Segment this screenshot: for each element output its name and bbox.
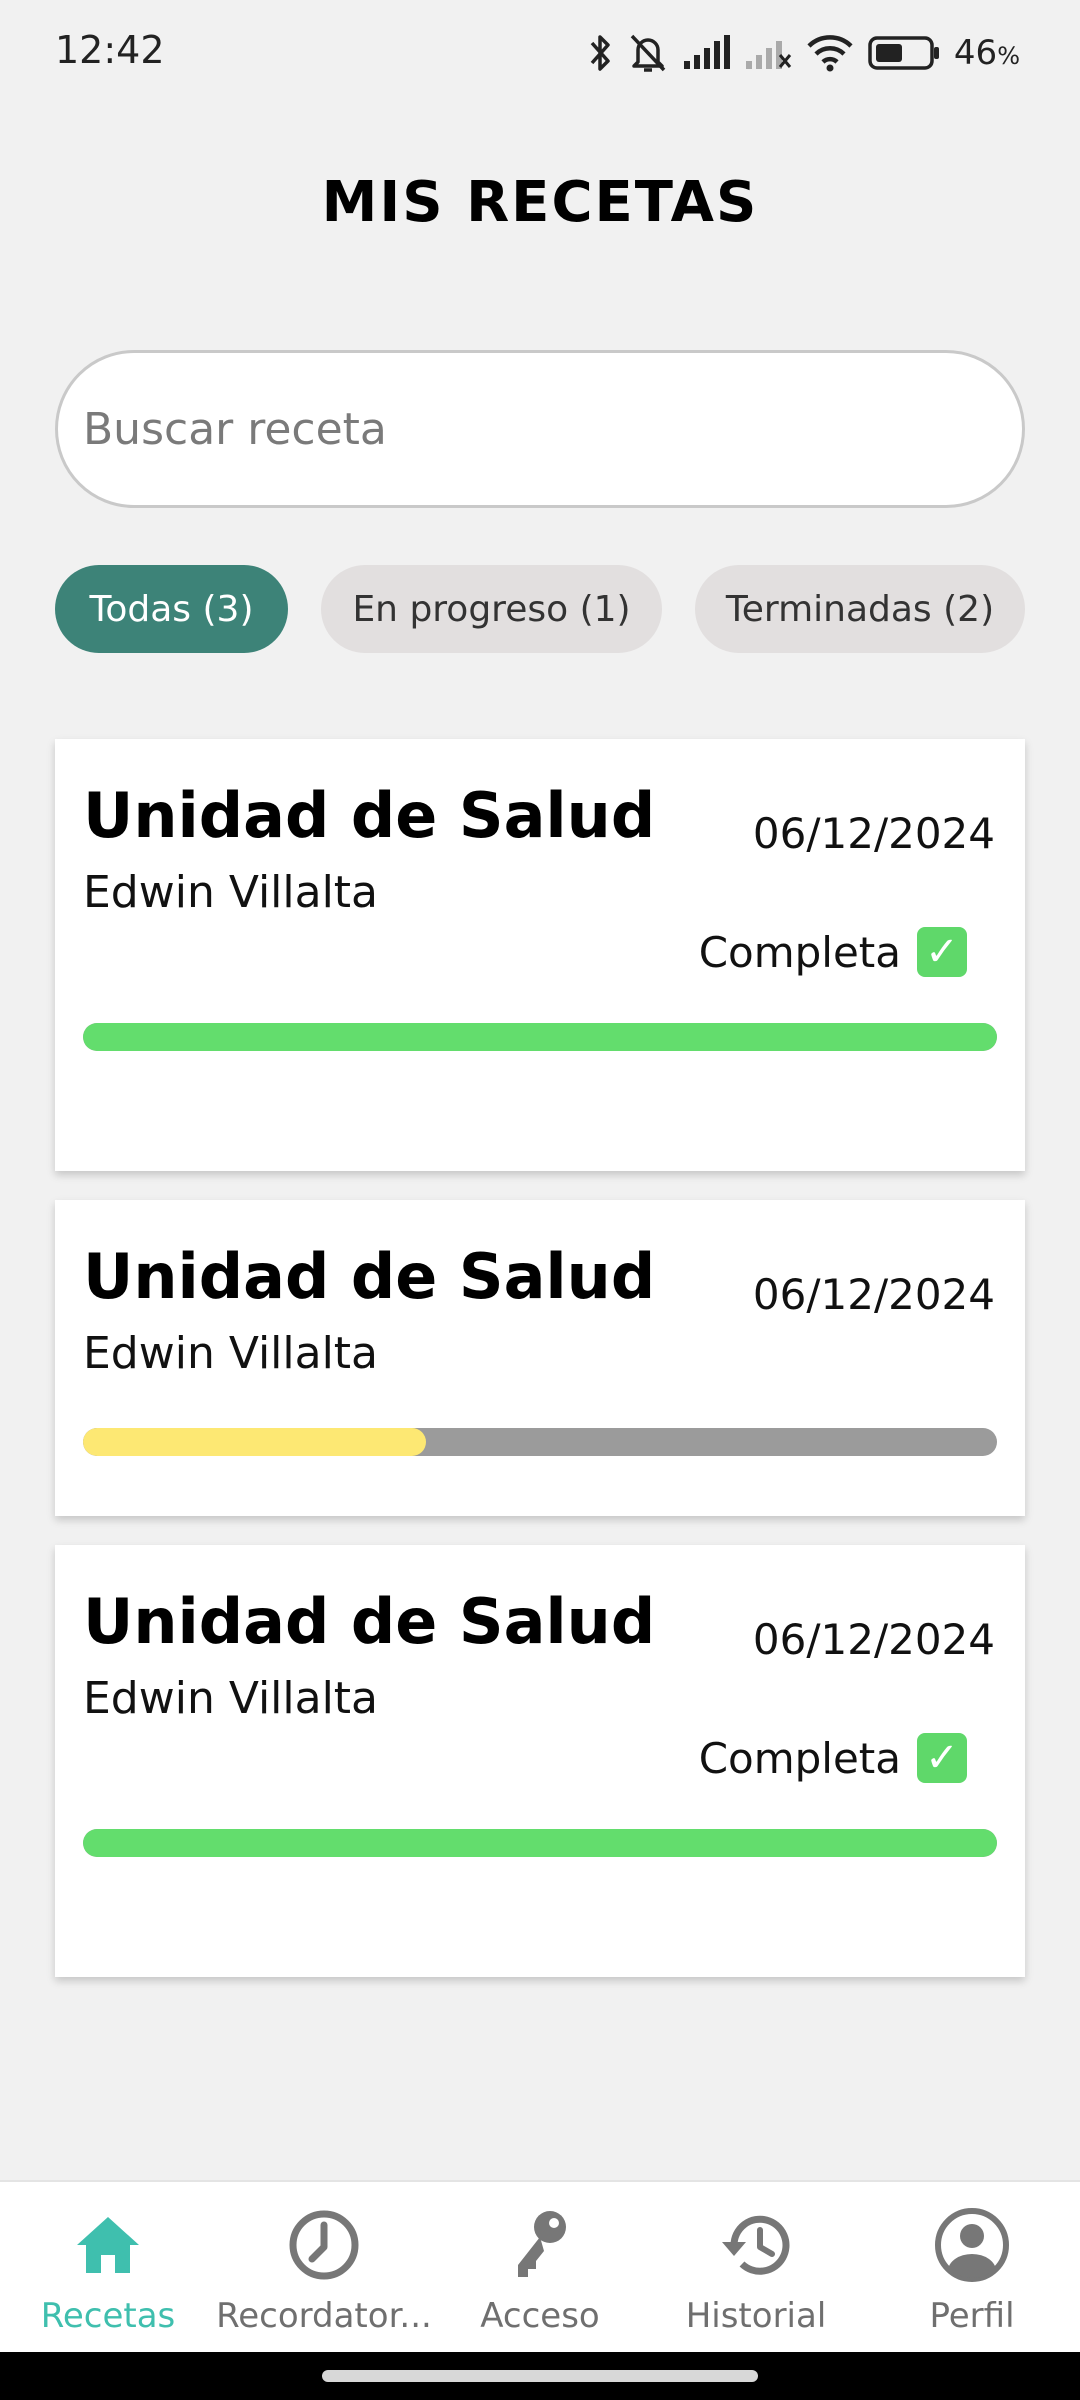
- bottom-nav: Recetas Recordator... Acceso Historial P…: [0, 2180, 1080, 2352]
- battery-text: 46%: [954, 33, 1020, 73]
- page-title: MIS RECETAS: [321, 170, 759, 235]
- nav-item-perfil[interactable]: Perfil: [864, 2182, 1080, 2354]
- nav-item-acceso[interactable]: Acceso: [432, 2182, 648, 2354]
- home-gesture-handle[interactable]: [322, 2370, 758, 2382]
- check-icon: ✓: [917, 1733, 967, 1783]
- filter-chips: Todas (3) En progreso (1) Terminadas (2): [0, 565, 1080, 653]
- status-bar: 12:42 46%: [0, 0, 1080, 100]
- battery-percent: 46: [953, 33, 998, 73]
- recipe-date: 06/12/2024: [752, 1615, 995, 1664]
- recipe-card[interactable]: Unidad de Salud Edwin Villalta 06/12/202…: [55, 1545, 1025, 1977]
- recipe-doctor: Edwin Villalta: [83, 1328, 379, 1379]
- battery-suffix: %: [997, 42, 1020, 70]
- recipe-status-label: Completa: [698, 1733, 901, 1783]
- history-icon: [720, 2200, 792, 2290]
- recipe-progress-fill: [83, 1428, 426, 1456]
- user-icon: [934, 2200, 1010, 2290]
- clock-icon: [288, 2200, 360, 2290]
- recipe-date: 06/12/2024: [752, 809, 995, 858]
- recipe-progress-fill: [83, 1829, 997, 1857]
- home-icon: [73, 2200, 143, 2290]
- bell-off-icon: [630, 34, 666, 72]
- recipe-status: Completa ✓: [699, 1733, 967, 1783]
- filter-finished[interactable]: Terminadas (2): [695, 565, 1025, 653]
- nav-label: Perfil: [929, 2296, 1015, 2336]
- nav-label: Acceso: [480, 2296, 600, 2336]
- recipe-progress-bar: [83, 1023, 997, 1051]
- recipe-doctor: Edwin Villalta: [83, 1673, 379, 1724]
- filter-all[interactable]: Todas (3): [55, 565, 288, 653]
- signal-icon: [683, 35, 730, 69]
- signal-no-sim-icon: [745, 41, 792, 69]
- recipe-progress-bar: [83, 1428, 997, 1456]
- recipe-title: Unidad de Salud: [83, 779, 656, 852]
- recipe-card[interactable]: Unidad de Salud Edwin Villalta 06/12/202…: [55, 1200, 1025, 1516]
- recipe-title: Unidad de Salud: [83, 1240, 656, 1313]
- search-input[interactable]: [55, 350, 1025, 508]
- bluetooth-icon: [590, 35, 610, 71]
- recipe-progress-fill: [83, 1023, 997, 1051]
- recipe-date: 06/12/2024: [752, 1270, 995, 1319]
- status-time: 12:42: [55, 28, 165, 72]
- nav-item-recetas[interactable]: Recetas: [0, 2182, 216, 2354]
- recipe-status: Completa ✓: [699, 927, 967, 977]
- recipe-status-label: Completa: [698, 927, 901, 977]
- filter-in-progress[interactable]: En progreso (1): [321, 565, 662, 653]
- recipe-doctor: Edwin Villalta: [83, 867, 379, 918]
- status-icons: 46%: [588, 28, 1020, 78]
- gesture-bar: [0, 2352, 1080, 2400]
- battery-icon: [868, 36, 939, 70]
- check-icon: ✓: [917, 927, 967, 977]
- nav-item-recordatorios[interactable]: Recordator...: [216, 2182, 432, 2354]
- recipe-title: Unidad de Salud: [83, 1585, 656, 1658]
- recipe-card[interactable]: Unidad de Salud Edwin Villalta 06/12/202…: [55, 739, 1025, 1171]
- wifi-icon: [807, 35, 853, 72]
- key-icon: [508, 2200, 572, 2290]
- nav-label: Historial: [685, 2296, 827, 2336]
- recipe-progress-bar: [83, 1829, 997, 1857]
- nav-label: Recetas: [40, 2296, 176, 2336]
- nav-label: Recordator...: [216, 2296, 432, 2336]
- nav-item-historial[interactable]: Historial: [648, 2182, 864, 2354]
